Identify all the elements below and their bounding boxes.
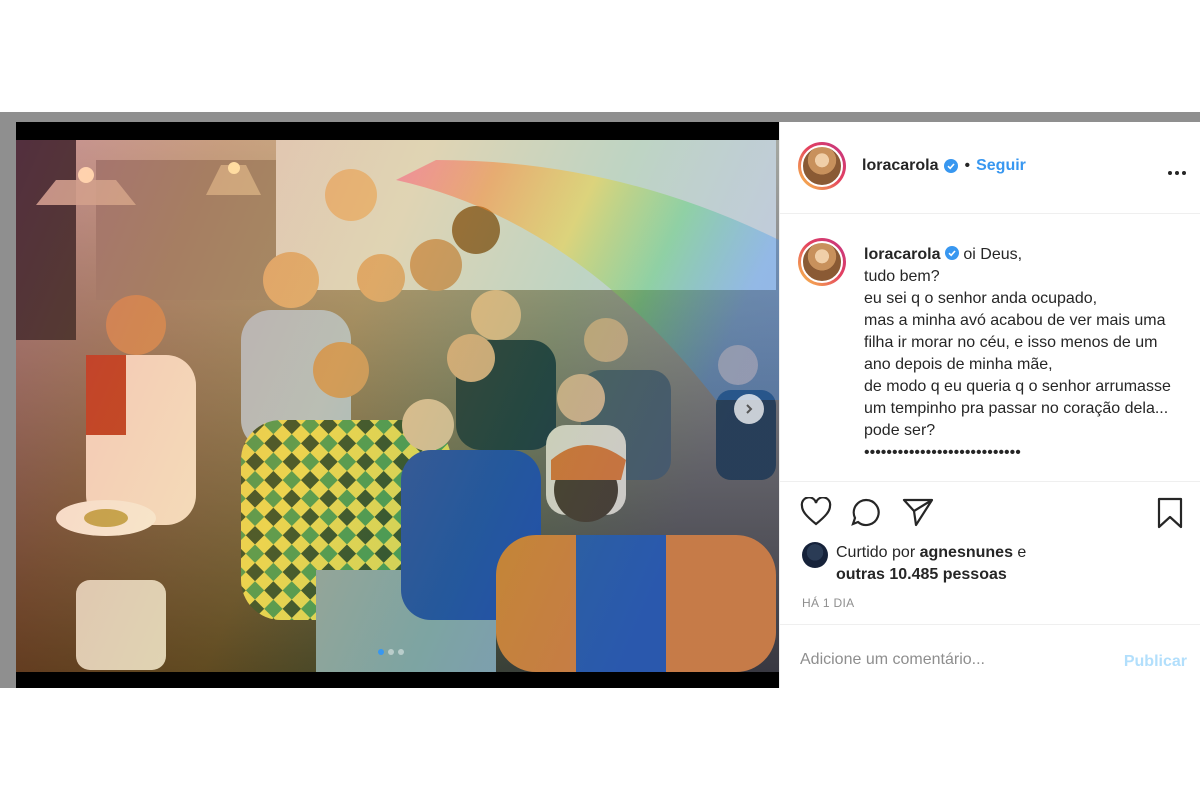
liker-avatar[interactable]: [802, 542, 828, 568]
likes-prefix: Curtido por: [836, 544, 916, 561]
carousel-dot: [388, 649, 394, 655]
author-username[interactable]: loracarola: [862, 157, 938, 175]
share-send-icon[interactable]: [902, 497, 934, 527]
action-bar: [780, 497, 1200, 531]
chevron-right-icon: [746, 404, 753, 414]
window-bezel-left: [0, 112, 16, 688]
post-side-panel: loracarola • Seguir loracarola oi Deus, …: [779, 122, 1200, 688]
screenshot-page: loracarola • Seguir loracarola oi Deus, …: [0, 0, 1200, 800]
caption-body: oi Deus, tudo bem? eu sei q o senhor and…: [864, 246, 1171, 461]
publish-button[interactable]: Publicar: [1124, 653, 1187, 671]
separator-dot: •: [964, 157, 971, 174]
follow-button[interactable]: Seguir: [976, 157, 1026, 175]
like-heart-icon[interactable]: [800, 497, 832, 527]
likes-text: Curtido por agnesnunes e outras 10.485 p…: [836, 542, 1026, 586]
more-icon: [1168, 171, 1186, 175]
more-options-button[interactable]: [1167, 160, 1187, 181]
author-row: loracarola • Seguir: [862, 157, 1026, 175]
post-header: loracarola • Seguir: [780, 122, 1200, 214]
carousel-dot: [398, 649, 404, 655]
group-photo-illustration: [16, 140, 779, 672]
verified-badge-icon: [944, 246, 959, 260]
window-bezel-top: [0, 112, 1200, 122]
likes-connector: e: [1017, 544, 1027, 561]
caption-text-block: loracarola oi Deus, tudo bem? eu sei q o…: [864, 244, 1184, 464]
caption-username[interactable]: loracarola: [864, 246, 940, 263]
post-photo[interactable]: [16, 140, 779, 672]
likes-summary: Curtido por agnesnunes e outras 10.485 p…: [802, 542, 1026, 586]
caption-avatar[interactable]: [798, 238, 846, 286]
carousel-dot: [378, 649, 384, 655]
post-caption: loracarola oi Deus, tudo bem? eu sei q o…: [780, 214, 1200, 482]
next-slide-button[interactable]: [734, 394, 764, 424]
carousel-indicator: [378, 649, 404, 655]
comment-bubble-icon[interactable]: [850, 497, 882, 527]
comment-input[interactable]: [800, 651, 1100, 669]
comment-bar: Publicar: [780, 624, 1200, 688]
liker-username[interactable]: agnesnunes: [920, 544, 1013, 561]
post-timestamp[interactable]: HÁ 1 DIA: [802, 596, 854, 610]
post-media: [16, 122, 779, 688]
author-avatar[interactable]: [798, 142, 846, 190]
save-bookmark-icon[interactable]: [1156, 497, 1184, 529]
likes-others-link[interactable]: outras 10.485 pessoas: [836, 566, 1007, 583]
verified-badge-icon: [944, 159, 959, 173]
